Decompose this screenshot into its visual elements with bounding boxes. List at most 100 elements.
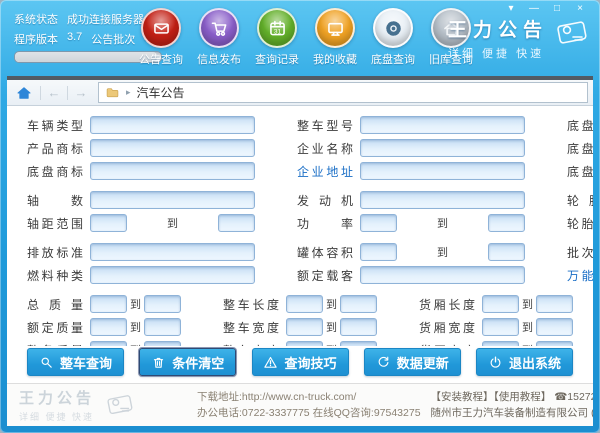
form-input[interactable] (90, 243, 255, 261)
range-separator: 到 (323, 342, 340, 346)
form-input[interactable] (340, 318, 377, 336)
form-input[interactable] (218, 214, 255, 232)
form-input[interactable] (90, 214, 127, 232)
minimize-button[interactable]: — (524, 1, 544, 16)
form-input[interactable] (144, 341, 181, 346)
power-icon (488, 355, 503, 370)
form-field-label: 排放标准 (27, 245, 83, 260)
form-group-4: 总质量到整车长度到货厢长度到额定质量到整车宽度到货厢宽度到整备质量到整车高度到货… (27, 294, 573, 346)
warning-button[interactable]: 查询技巧 (251, 348, 349, 376)
home-button[interactable] (12, 83, 36, 103)
form-field: 总质量 到 (27, 294, 181, 314)
form-input[interactable] (90, 191, 255, 209)
form-input[interactable] (536, 341, 573, 346)
refresh-button[interactable]: 数据更新 (363, 348, 461, 376)
tool-announcement[interactable]: 公告查询 (138, 8, 184, 67)
form-field-label: 批次范围 (567, 245, 593, 260)
form-input[interactable] (360, 139, 525, 157)
form-field-label: 功率 (297, 216, 353, 231)
back-button[interactable]: ← (45, 85, 63, 100)
form-field: 轮胎规格 (567, 213, 593, 233)
form-field-label: 轮胎规格 (567, 216, 593, 231)
form-input[interactable] (90, 162, 255, 180)
form-field-label: 整车型号 (297, 118, 353, 133)
footer-contact-block: 下载地址:http://www.cn-truck.com/ 办公电话:0722-… (197, 389, 421, 422)
form-input[interactable] (488, 243, 525, 261)
form-input[interactable] (360, 266, 525, 284)
form-input[interactable] (360, 116, 525, 134)
form-field: 整车宽度 到 (223, 317, 377, 337)
form-input[interactable] (286, 295, 323, 313)
form-field-inputs (90, 243, 255, 261)
form-field-label: 轴距范围 (27, 216, 83, 231)
form-field: 货厢长度 到 (419, 294, 573, 314)
form-input[interactable] (144, 295, 181, 313)
form-input[interactable] (536, 295, 573, 313)
form-input[interactable] (360, 214, 397, 232)
trash-button[interactable]: 条件清空 (139, 348, 237, 376)
form-input[interactable] (90, 266, 255, 284)
form-field-inputs (360, 191, 525, 209)
form-field-label: 底盘型号 (567, 118, 593, 133)
form-input[interactable] (90, 295, 127, 313)
form-input[interactable] (536, 318, 573, 336)
form-field: 货厢宽度 到 (419, 317, 573, 337)
form-field: 企业地址 (297, 161, 525, 181)
form-field: 轮胎数 (567, 190, 593, 210)
close-button[interactable]: × (570, 1, 590, 16)
form-input[interactable] (286, 341, 323, 346)
form-field: 车辆类型 (27, 115, 255, 135)
form-field: 额定质量 到 (27, 317, 181, 337)
maximize-button[interactable]: □ (547, 1, 567, 16)
announcement-icon (141, 8, 181, 48)
form-input[interactable] (90, 341, 127, 346)
form-input[interactable] (482, 341, 519, 346)
form-input[interactable] (340, 341, 377, 346)
dropdown-button[interactable]: ▾ (501, 1, 521, 16)
form-input[interactable] (90, 139, 255, 157)
status-state-value: 成功连接服务器 (67, 14, 144, 26)
tool-cart[interactable]: 信息发布 (196, 8, 242, 67)
form-field-label: 罐体容积 (297, 245, 353, 260)
form-field: 罐体容积 到 (297, 242, 525, 262)
form-field-label: 发动机 (297, 193, 353, 208)
form-field-label: 万能字段 (567, 268, 593, 283)
action-button-label: 整车查询 (59, 355, 112, 371)
forward-button[interactable]: → (72, 85, 90, 100)
form-field-label: 额定质量 (27, 320, 83, 335)
form-group-2: 轴数 发动机 轮胎数轴距范围 到 功率 到 轮胎规格 (27, 190, 593, 233)
tool-gear[interactable]: 底盘查询 (370, 8, 416, 67)
footer-tutorial-links[interactable]: 【安装教程】【使用教程】 ☎15272887555 (431, 389, 593, 405)
form-input[interactable] (360, 243, 397, 261)
form-input[interactable] (482, 318, 519, 336)
form-field-label: 企业地址 (297, 164, 353, 179)
form-input[interactable] (360, 162, 525, 180)
form-field-label: 底盘厂家 (567, 141, 593, 156)
form-input[interactable] (90, 318, 127, 336)
progress-fill (15, 52, 157, 62)
tool-label: 查询记录 (255, 54, 299, 66)
form-input[interactable] (360, 191, 525, 209)
form-field: 轴距范围 到 (27, 213, 255, 233)
form-field: 排放标准 (27, 242, 255, 262)
form-input[interactable] (90, 116, 255, 134)
form-field-inputs: 到 (482, 341, 573, 346)
power-button[interactable]: 退出系统 (476, 348, 573, 376)
breadcrumb[interactable]: ▸ 汽车公告 (98, 82, 588, 103)
range-separator: 到 (522, 299, 533, 311)
form-input[interactable] (144, 318, 181, 336)
form-input[interactable] (340, 295, 377, 313)
form-field: 底盘商标 (27, 161, 255, 181)
form-input[interactable] (482, 295, 519, 313)
footer-download-url[interactable]: 下载地址:http://www.cn-truck.com/ (197, 389, 421, 405)
form-input[interactable] (286, 318, 323, 336)
navigation-bar: ← → ▸ 汽车公告 (7, 76, 593, 106)
form-field: 发动机 (297, 190, 525, 210)
form-input[interactable] (488, 214, 525, 232)
form-field: 功率 到 (297, 213, 525, 233)
tool-favorites[interactable]: 我的收藏 (312, 8, 358, 67)
search-button[interactable]: 整车查询 (27, 348, 124, 376)
tool-calendar[interactable]: 31 查询记录 (254, 8, 300, 67)
form-field-inputs: 到 (286, 341, 377, 346)
nav-divider (40, 85, 41, 100)
